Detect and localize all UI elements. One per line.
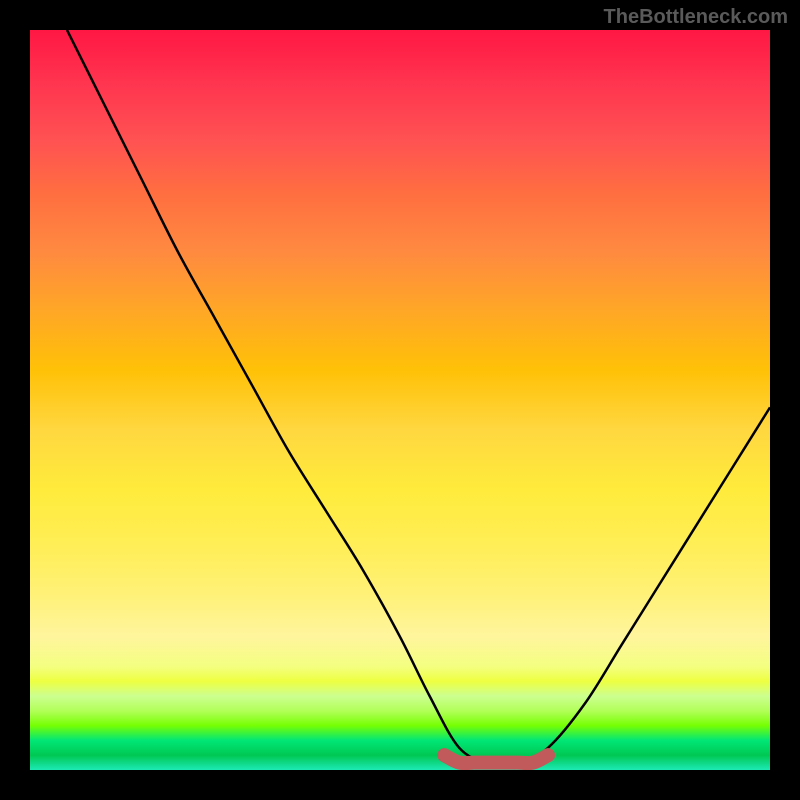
plot-area	[30, 30, 770, 770]
watermark-text: TheBottleneck.com	[604, 6, 788, 29]
chart-frame: TheBottleneck.com	[0, 0, 800, 800]
bottleneck-curve	[67, 30, 770, 764]
flat-region-end-right	[541, 748, 555, 762]
flat-region-end-left	[437, 748, 451, 762]
flat-region-marker	[444, 755, 548, 763]
curve-svg	[30, 30, 770, 770]
